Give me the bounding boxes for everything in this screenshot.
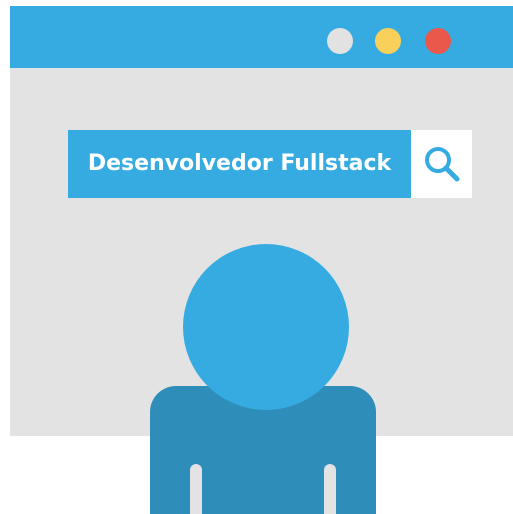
window-control-gray[interactable] [327,28,353,54]
window-control-yellow[interactable] [375,28,401,54]
search-icon [424,147,459,182]
search-bar[interactable]: Desenvolvedor Fullstack [68,130,472,198]
person-head [183,244,349,410]
person-arm-left [190,464,202,514]
search-button[interactable] [411,130,472,198]
window-control-red[interactable] [425,28,451,54]
search-input[interactable]: Desenvolvedor Fullstack [68,130,411,198]
user-silhouette-icon [150,244,376,514]
person-arm-right [324,464,336,514]
title-bar [10,6,513,68]
